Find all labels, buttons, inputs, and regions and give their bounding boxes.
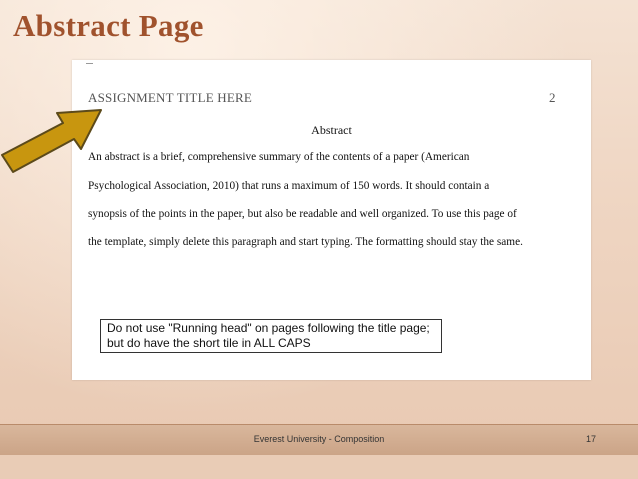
abstract-line: Psychological Association, 2010) that ru… [88,180,490,192]
abstract-line: An abstract is a brief, comprehensive su… [88,151,470,163]
slide-number: 17 [586,434,597,444]
abstract-line: the template, simply delete this paragra… [88,236,523,248]
footer-course: Everest University - Composition [253,434,385,444]
arrow-up-right-icon [1,109,102,173]
page-margin-mark [86,63,93,64]
callout-box: Do not use "Running head" on pages follo… [100,319,442,353]
page-number: 2 [549,90,556,105]
callout-line: Do not use "Running head" on pages follo… [107,321,430,335]
abstract-line: synopsis of the points in the paper, but… [88,208,517,220]
document-page: ASSIGNMENT TITLE HERE 2 Abstract An abst… [72,60,591,380]
bottom-strip [0,455,638,479]
abstract-heading: Abstract [311,123,352,137]
footer: Everest University - Composition 17 [0,424,638,455]
callout-line: but do have the short tile in ALL CAPS [107,336,311,350]
slide-title: Abstract Page [13,8,204,43]
running-head: ASSIGNMENT TITLE HERE [88,90,253,105]
